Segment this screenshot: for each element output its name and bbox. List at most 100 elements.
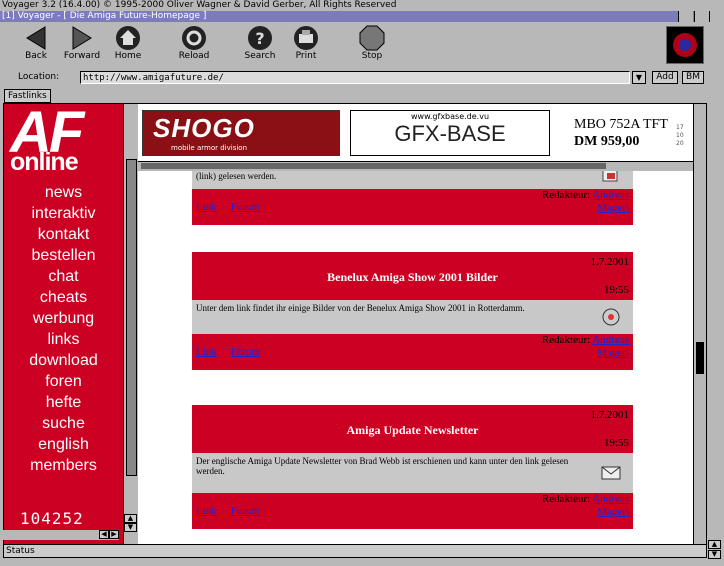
- mbo-line2: DM 959,00: [574, 134, 640, 149]
- nav-download[interactable]: download: [4, 350, 123, 371]
- url-input[interactable]: http://www.amigafuture.de/: [80, 71, 630, 84]
- news-date: 1.7.2001: [590, 409, 630, 421]
- zoom-gadget[interactable]: [694, 11, 709, 22]
- sidebar-scroll-thumb[interactable]: [126, 159, 137, 476]
- shogo-title: SHOGO: [153, 113, 255, 143]
- author-link[interactable]: Andreas: [592, 189, 629, 201]
- search-button[interactable]: ? Search: [234, 25, 286, 65]
- mbo-small-3: 20: [676, 140, 684, 147]
- news-footer: Link Forum Redakteur: Andreas Magerl: [192, 334, 633, 370]
- back-button[interactable]: Back: [10, 25, 62, 65]
- news-forum-link[interactable]: Forum: [231, 346, 260, 358]
- af-online-logo[interactable]: online: [10, 148, 79, 177]
- print-button[interactable]: Print: [280, 25, 332, 65]
- reload-button[interactable]: Reload: [168, 25, 220, 65]
- news-thumbnail-icon: [602, 171, 618, 182]
- author-link-lastname[interactable]: Magerl: [597, 202, 629, 214]
- author-link[interactable]: Andreas: [592, 493, 629, 505]
- news-footer: Link Forum Redakteur: Andreas Magerl: [192, 493, 633, 529]
- fastlinks-button[interactable]: Fastlinks: [4, 89, 51, 103]
- nav-bestellen[interactable]: bestellen: [4, 245, 123, 266]
- home-icon: [116, 26, 140, 50]
- news-scroll-thumb[interactable]: [696, 342, 704, 374]
- news-text: (link) gelesen werden.: [196, 171, 277, 181]
- nav-hefte[interactable]: hefte: [4, 392, 123, 413]
- close-gadget[interactable]: [709, 11, 724, 22]
- news-body: Der englische Amiga Update Newsletter vo…: [192, 453, 633, 493]
- visitor-counter: 104252: [20, 509, 84, 528]
- forward-label: Forward: [63, 51, 101, 61]
- nav-suche[interactable]: suche: [4, 413, 123, 434]
- scroll-down-arrow[interactable]: ▼: [124, 523, 137, 532]
- nav-foren[interactable]: foren: [4, 371, 123, 392]
- window-scroll-down[interactable]: ▼: [708, 550, 721, 559]
- nav-cheats[interactable]: cheats: [4, 287, 123, 308]
- nav-news[interactable]: news: [4, 182, 123, 203]
- window-title: [1] Voyager - [ Die Amiga Future-Homepag…: [2, 11, 207, 21]
- sidebar-scrollbar[interactable]: ▲ ▼: [123, 104, 138, 544]
- screen-title: Voyager 3.2 (16.4.00) © 1995-2000 Oliver…: [2, 0, 397, 10]
- scroll-right-arrow[interactable]: ▶: [109, 530, 119, 539]
- scroll-left-arrow[interactable]: ◀: [99, 530, 109, 539]
- news-link[interactable]: Link: [196, 201, 217, 213]
- nav-interaktiv[interactable]: interaktiv: [4, 203, 123, 224]
- gfxbase-banner[interactable]: www.gfxbase.de.vu GFX-BASE: [350, 110, 550, 156]
- voyager-logo-icon: [673, 33, 697, 57]
- forward-button[interactable]: Forward: [56, 25, 108, 65]
- news-link[interactable]: Link: [196, 505, 217, 517]
- stop-button[interactable]: Stop: [346, 25, 398, 65]
- redakteur-label: Redakteur:: [541, 189, 591, 201]
- gfxbase-title: GFX-BASE: [394, 121, 506, 146]
- toolbar: Back Forward Home Reload ? Search Print …: [0, 23, 724, 68]
- site-sidebar: AF online news interaktiv kontakt bestel…: [4, 104, 123, 544]
- window-scroll-up[interactable]: ▲: [708, 540, 721, 549]
- news-item-partial: (link) gelesen werden. Link Forum Redakt…: [192, 171, 633, 225]
- home-label: Home: [114, 51, 142, 61]
- banner-scroll-thumb[interactable]: [141, 163, 606, 169]
- amiga-ball-icon: [602, 308, 620, 326]
- bookmarks-button[interactable]: BM: [682, 71, 704, 84]
- svg-text:?: ?: [255, 29, 264, 48]
- chevron-down-icon: ▼: [635, 73, 643, 82]
- add-bookmark-button[interactable]: Add: [652, 71, 678, 84]
- news-header: 1.7.2001 Benelux Amiga Show 2001 Bilder …: [192, 252, 633, 300]
- nav-werbung[interactable]: werbung: [4, 308, 123, 329]
- author-link[interactable]: Andreas: [592, 334, 629, 346]
- print-label: Print: [295, 51, 317, 61]
- news-text: Unter dem link findet ihr einige Bilder …: [196, 303, 525, 313]
- news-header: 1.7.2001 Amiga Update Newsletter 19:55: [192, 405, 633, 453]
- nav-kontakt[interactable]: kontakt: [4, 224, 123, 245]
- print-icon: [294, 26, 318, 50]
- author-link-lastname[interactable]: Magerl: [597, 347, 629, 359]
- nav-members[interactable]: members: [4, 455, 123, 476]
- back-arrow-icon: [26, 26, 46, 50]
- nav-english[interactable]: english: [4, 434, 123, 455]
- news-body: (link) gelesen werden.: [192, 171, 633, 189]
- window-titlebar[interactable]: [1] Voyager - [ Die Amiga Future-Homepag…: [0, 11, 724, 22]
- news-scrollbar[interactable]: [693, 104, 706, 544]
- news-footer: Link Forum Redakteur: Andreas Magerl: [192, 189, 633, 225]
- content-frame: AF online news interaktiv kontakt bestel…: [3, 103, 707, 545]
- mbo-line1: MBO 752A TFT: [574, 117, 668, 132]
- reload-icon: [182, 26, 206, 50]
- status-bar: Status: [3, 544, 707, 558]
- news-time: 19:55: [603, 284, 629, 296]
- search-icon: ?: [248, 26, 272, 50]
- home-button[interactable]: Home: [102, 25, 154, 65]
- author-link-lastname[interactable]: Magerl: [597, 506, 629, 518]
- nav-links[interactable]: links: [4, 329, 123, 350]
- url-dropdown-button[interactable]: ▼: [632, 71, 646, 84]
- shogo-banner[interactable]: SHOGO mobile armor division: [142, 110, 340, 156]
- scroll-up-arrow[interactable]: ▲: [124, 514, 137, 523]
- news-forum-link[interactable]: Forum: [231, 505, 260, 517]
- nav-chat[interactable]: chat: [4, 266, 123, 287]
- mbo-small-text: 17 10 20: [676, 124, 684, 148]
- news-forum-link[interactable]: Forum: [231, 201, 260, 213]
- sidebar-hscrollbar[interactable]: ◀ ▶: [3, 530, 119, 540]
- redakteur-label: Redakteur:: [541, 493, 591, 505]
- news-link[interactable]: Link: [196, 346, 217, 358]
- news-body: Unter dem link findet ihr einige Bilder …: [192, 300, 633, 334]
- news-frame: (link) gelesen werden. Link Forum Redakt…: [138, 171, 693, 544]
- depth-gadget[interactable]: [678, 11, 693, 22]
- mbo-ad[interactable]: MBO 752A TFT DM 959,00: [574, 116, 668, 150]
